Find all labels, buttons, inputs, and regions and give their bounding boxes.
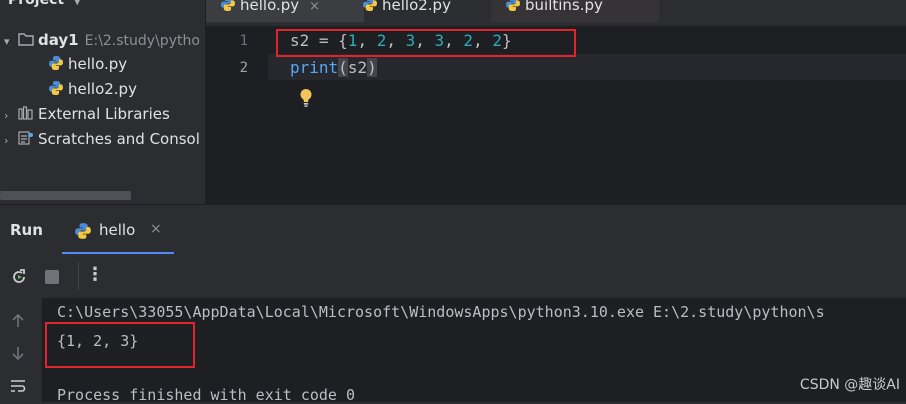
code-line-2[interactable]: print(s2) [290,58,377,77]
tree-item-label: day1 [38,31,79,49]
code-token: s2 [347,58,368,77]
console-exit-line: Process finished with exit code 0 [57,386,356,404]
line-number-gutter: 1 2 [206,26,268,204]
scratches-icon [18,131,33,145]
folder-icon [18,33,34,46]
tab-builtins-py[interactable]: builtins.py [491,0,659,22]
tree-item-path: E:\2.study\pytho [84,33,200,49]
arrow-up-icon[interactable] [9,312,27,330]
highlight-box-output [45,322,195,368]
run-tab-label: hello [99,221,136,239]
run-tool-window-header: Run hello × [0,204,906,255]
tab-label: hello2.py [382,0,451,14]
code-token: ) [367,58,377,77]
console-command-line: C:\Users\33055\AppData\Local\Microsoft\W… [57,303,825,321]
arrow-down-icon[interactable] [9,344,27,362]
chevron-down-icon[interactable]: ▼ [73,0,81,7]
tab-hello-py[interactable]: hello.py × [206,0,364,22]
tree-item-day1[interactable]: ▾ day1 E:\2.study\pytho [4,28,200,52]
tab-run-hello[interactable]: hello × [62,205,174,255]
project-panel: Project ▼ ▾ day1 E:\2.study\pytho hello.py… [0,0,205,204]
project-header[interactable]: Project ▼ [8,0,81,8]
python-file-icon [75,223,91,239]
chevron-down-icon[interactable]: ▾ [4,30,18,54]
code-function: print [290,58,339,77]
run-window-title: Run [10,221,43,239]
lightbulb-icon[interactable] [298,88,314,108]
soft-wrap-icon[interactable] [9,377,27,395]
console-side-toolbar [0,298,43,402]
tab-hello2-py[interactable]: hello2.py [356,0,482,22]
python-file-icon [506,0,520,11]
more-options-icon[interactable]: ⋮ [86,264,104,285]
python-file-icon [49,81,63,95]
tree-item-external-libraries[interactable]: › External Libraries [4,102,170,126]
python-file-icon [49,56,63,70]
highlight-box-code [276,29,576,57]
run-toolbar: ⋮ [0,254,906,299]
chevron-right-icon[interactable]: › [4,104,18,128]
stop-icon[interactable] [42,267,62,287]
tree-item-hello2-py[interactable]: hello2.py [48,77,137,101]
tab-label: hello.py [240,0,300,14]
library-icon [18,106,33,120]
horizontal-scrollbar[interactable] [0,191,131,200]
python-file-icon [363,0,377,11]
project-header-label: Project [8,0,65,8]
code-token: ( [338,58,348,77]
tree-item-label: External Libraries [38,105,170,123]
tree-item-label: Scratches and Consol [38,130,200,148]
line-number: 1 [239,33,248,49]
toolbar-divider [78,262,79,290]
tab-label: builtins.py [525,0,603,14]
editor-tab-bar: hello.py × hello2.py builtins.py [205,0,906,26]
rerun-icon[interactable] [9,267,29,287]
close-icon[interactable]: × [150,221,162,237]
chevron-right-icon[interactable]: › [4,129,18,153]
tree-item-label: hello2.py [68,80,137,98]
line-number: 2 [239,60,248,76]
watermark: CSDN @趣谈AI [799,377,900,393]
tree-item-label: hello.py [68,55,128,73]
tree-item-scratches[interactable]: › Scratches and Consol [4,127,200,151]
tree-item-hello-py[interactable]: hello.py [48,52,127,76]
python-file-icon [221,0,235,11]
close-icon[interactable]: × [309,0,320,14]
